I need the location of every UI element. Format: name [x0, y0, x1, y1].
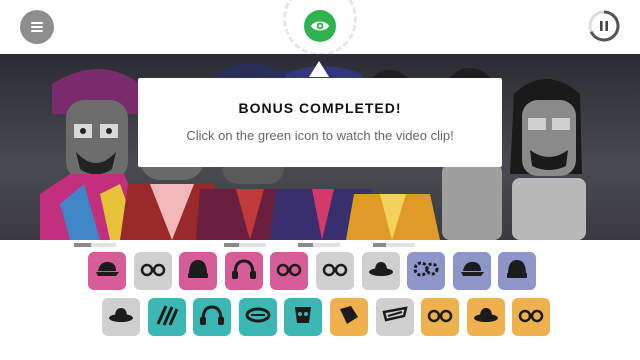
- pink-beanie-icon: [186, 258, 210, 285]
- gray-goggles-tile[interactable]: [316, 252, 354, 290]
- menu-button[interactable]: [20, 10, 54, 44]
- gray-bucket-hat-tile[interactable]: [361, 252, 400, 290]
- orange-paint-icon: [337, 303, 361, 332]
- teal-headphones-icon: [199, 304, 225, 331]
- pause-button[interactable]: [588, 10, 620, 42]
- pause-icon: [588, 10, 620, 42]
- teal-headphones-tile[interactable]: [193, 298, 232, 336]
- popup-message: Click on the green icon to watch the vid…: [186, 128, 454, 143]
- teal-halo-icon: [245, 305, 271, 330]
- blue-visor-icon: [459, 259, 485, 284]
- teal-stripes-tile[interactable]: [147, 298, 186, 336]
- pink-beanie-tile[interactable]: [179, 252, 218, 290]
- blue-gears-tile[interactable]: [407, 252, 446, 290]
- orange-glasses-icon: [427, 305, 453, 330]
- orange-goggles-icon: [518, 305, 544, 330]
- blue-gears-icon: [413, 259, 439, 284]
- gray-scarf-icon: [382, 304, 408, 331]
- character-7: [510, 79, 586, 240]
- slot-progress-1: [74, 243, 116, 247]
- orange-paint-tile[interactable]: [330, 298, 368, 336]
- slot-progress-4: [373, 243, 415, 247]
- watch-video-button[interactable]: [304, 10, 336, 42]
- eye-icon: [311, 21, 329, 31]
- game-stage: BONUS COMPLETED! Click on the green icon…: [0, 0, 640, 360]
- slot-progress-2: [224, 243, 266, 247]
- blue-visor-tile[interactable]: [452, 252, 491, 290]
- orange-glasses-tile[interactable]: [421, 298, 460, 336]
- gray-fedora-icon: [108, 305, 134, 330]
- top-bar: [0, 0, 640, 56]
- slot-progress-3: [298, 243, 340, 247]
- gray-sunglasses-tile[interactable]: [133, 252, 172, 290]
- pink-headphones-icon: [231, 258, 257, 285]
- blue-bandana-icon: [505, 258, 529, 285]
- teal-halo-tile[interactable]: [238, 298, 277, 336]
- orange-hat-icon: [473, 305, 499, 330]
- sound-icon-palette: [0, 248, 640, 360]
- orange-goggles-tile[interactable]: [512, 298, 551, 336]
- gray-bucket-hat-icon: [368, 259, 394, 284]
- teal-stripes-icon: [154, 304, 180, 331]
- menu-icon: [31, 22, 43, 32]
- popup-pointer: [309, 61, 329, 77]
- teal-mask-icon: [291, 303, 315, 332]
- gray-goggles-icon: [322, 259, 348, 284]
- pink-cap-icon: [94, 259, 120, 284]
- gray-fedora-tile[interactable]: [102, 298, 140, 336]
- pink-glasses-tile[interactable]: [270, 252, 309, 290]
- gray-scarf-tile[interactable]: [375, 298, 414, 336]
- pink-headphones-tile[interactable]: [224, 252, 263, 290]
- pink-cap-tile[interactable]: [88, 252, 126, 290]
- popup-title: BONUS COMPLETED!: [238, 100, 402, 116]
- gray-sunglasses-icon: [140, 259, 166, 284]
- orange-hat-tile[interactable]: [466, 298, 505, 336]
- bonus-popup: BONUS COMPLETED! Click on the green icon…: [138, 78, 502, 167]
- blue-bandana-tile[interactable]: [498, 252, 537, 290]
- pink-glasses-icon: [276, 259, 302, 284]
- teal-mask-tile[interactable]: [284, 298, 323, 336]
